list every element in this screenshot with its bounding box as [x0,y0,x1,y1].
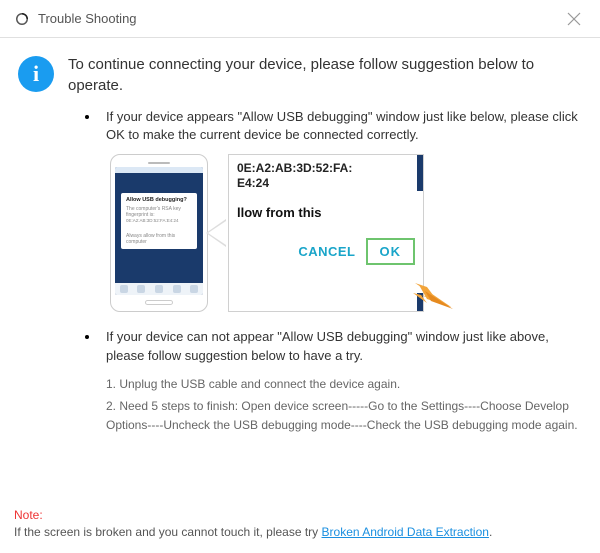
info-icon: i [18,56,54,92]
substeps: 1. Unplug the USB cable and connect the … [106,375,582,435]
window-title: Trouble Shooting [38,11,562,26]
zoom-allow-text: llow from this [237,205,415,220]
lead-text: To continue connecting your device, plea… [68,54,582,96]
step-2-text: If your device can not appear "Allow USB… [106,328,582,364]
arrow-icon [413,281,453,309]
cancel-button: CANCEL [298,244,355,259]
zoom-mac-line1: 0E:A2:AB:3D:52:FA: [237,161,415,176]
zoom-panel: 0E:A2:AB:3D:52:FA: E4:24 llow from this … [228,154,424,312]
lead-row: i To continue connecting your device, pl… [18,54,582,96]
phone-dialog-check: Always allow from this computer [126,233,192,245]
zoom-mac-line2: E4:24 [237,176,415,191]
phone-dialog-body2: 0E:A2:AB:3D:52:FA:E4:24 [126,218,192,223]
phone-dialog-body1: The computer's RSA key fingerprint is: [126,206,192,218]
phone-dialog: Allow USB debugging? The computer's RSA … [121,193,197,249]
step-2: If your device can not appear "Allow USB… [100,328,582,434]
close-icon[interactable] [562,7,586,31]
dialog-content: i To continue connecting your device, pl… [0,38,600,459]
app-icon [14,11,30,27]
phone-dialog-title: Allow USB debugging? [126,197,192,204]
footer-note: Note: If the screen is broken and you ca… [14,507,586,541]
broken-android-link[interactable]: Broken Android Data Extraction [322,525,489,539]
step-1: If your device appears "Allow USB debugg… [100,108,582,312]
substep-2: 2. Need 5 steps to finish: Open device s… [106,397,582,434]
footer-text: If the screen is broken and you cannot t… [14,525,322,539]
illustration: Allow USB debugging? The computer's RSA … [110,154,582,312]
footer-tail: . [489,525,492,539]
titlebar: Trouble Shooting [0,0,600,38]
substep-1: 1. Unplug the USB cable and connect the … [106,375,582,394]
phone-mockup: Allow USB debugging? The computer's RSA … [110,154,208,312]
note-label: Note: [14,508,43,522]
step-1-text: If your device appears "Allow USB debugg… [106,108,582,144]
ok-button: OK [366,238,416,265]
